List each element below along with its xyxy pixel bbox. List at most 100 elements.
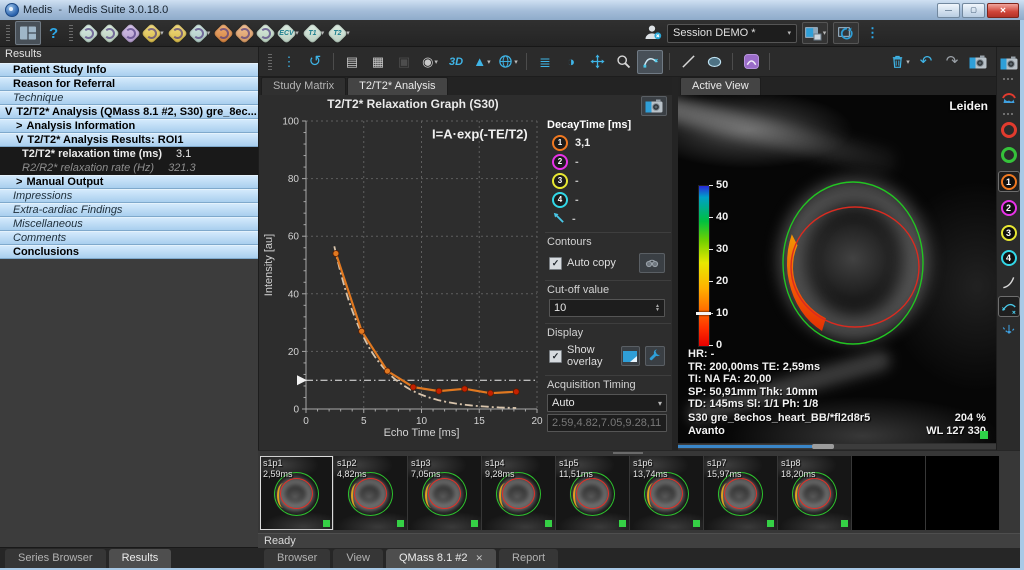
spline-tool-icon[interactable]: [998, 296, 1020, 317]
snapshot-icon[interactable]: [966, 51, 990, 73]
contour-pusher-icon[interactable]: [739, 51, 763, 73]
roi2-contour-icon[interactable]: 2: [999, 198, 1019, 217]
results-item[interactable]: VT2/T2* Analysis (QMass 8.1 #2, S30) gre…: [0, 105, 258, 119]
results-item[interactable]: >Manual Output: [0, 175, 258, 189]
expand-arrow[interactable]: V: [5, 106, 12, 118]
module-orange-2-icon[interactable]: [237, 26, 252, 41]
chevron-down-icon[interactable]: ▾: [487, 58, 491, 66]
thumbnail-s1p6[interactable]: s1p613,74ms: [630, 456, 703, 530]
expand-arrow[interactable]: V: [16, 134, 23, 146]
layers-icon[interactable]: ≣: [533, 51, 557, 73]
undo-icon[interactable]: ↶: [914, 51, 938, 73]
thumbnail-s1p3[interactable]: s1p37,05ms: [408, 456, 481, 530]
arc-tool-icon[interactable]: [999, 274, 1019, 291]
decay-probe-row[interactable]: -: [545, 209, 671, 228]
roi4-contour-icon[interactable]: 4: [999, 248, 1019, 267]
measure-line-icon[interactable]: [676, 51, 700, 73]
three-d-view-icon[interactable]: 3D: [444, 51, 468, 73]
decay-roi4-row[interactable]: 4-: [545, 190, 671, 209]
maximize-button[interactable]: ▢: [962, 3, 985, 18]
thumbnail-s1p1[interactable]: s1p12,59ms: [260, 456, 333, 530]
roi1-contour-icon[interactable]: 1: [998, 171, 1020, 192]
tab-qmass-8-1-2[interactable]: QMass 8.1 #2✕: [386, 549, 496, 568]
module-yellow-2-icon[interactable]: [170, 26, 185, 41]
layout-button[interactable]: [15, 21, 41, 45]
module-yellow-1-icon[interactable]: ▾: [144, 26, 164, 41]
results-item[interactable]: >Analysis Information: [0, 119, 258, 133]
delete-icon[interactable]: ▾: [888, 51, 912, 73]
magnify-icon[interactable]: [611, 51, 635, 73]
slider-handle[interactable]: [812, 444, 834, 449]
spinner-arrows-icon[interactable]: ▲▼: [655, 304, 660, 312]
decay-roi3-row[interactable]: 3-: [545, 171, 671, 190]
toolbar-menu-icon[interactable]: ⋮: [277, 51, 301, 73]
endo-contour-icon[interactable]: [999, 121, 1019, 139]
close-button[interactable]: ✕: [987, 3, 1019, 18]
session-reset-button[interactable]: [833, 22, 859, 44]
decay-roi1-row[interactable]: 13,1: [545, 133, 671, 152]
tab-study-matrix[interactable]: Study Matrix: [261, 77, 346, 95]
results-item[interactable]: Impressions: [0, 189, 258, 203]
ellipse-roi-icon[interactable]: [702, 51, 726, 73]
help-button[interactable]: ?: [49, 25, 58, 42]
thumbnail-empty[interactable]: [852, 456, 925, 530]
module-teal-2-icon[interactable]: [102, 26, 117, 41]
results-item[interactable]: Conclusions: [0, 245, 258, 259]
roi3-contour-icon[interactable]: 3: [999, 223, 1019, 242]
tab-series-browser[interactable]: Series Browser: [5, 549, 106, 568]
show-overlay-checkbox[interactable]: ✓: [549, 350, 562, 363]
thumbnail-s1p2[interactable]: s1p24,82ms: [334, 456, 407, 530]
session-combo[interactable]: Session DEMO * ▾: [667, 24, 797, 43]
tab-browser[interactable]: Browser: [264, 549, 330, 568]
tab-view[interactable]: View: [333, 549, 383, 568]
pan-icon[interactable]: [585, 51, 609, 73]
redo-icon[interactable]: ↷: [940, 51, 964, 73]
acquisition-mode-select[interactable]: Auto ▾: [547, 394, 667, 412]
module-ecv-icon[interactable]: ECV▾: [279, 26, 299, 41]
results-item[interactable]: Patient Study Info: [0, 63, 258, 77]
close-tab-icon[interactable]: ✕: [475, 553, 483, 563]
thumbnail-s1p5[interactable]: s1p511,51ms: [556, 456, 629, 530]
module-t2-icon[interactable]: T2▾: [330, 26, 350, 41]
cutoff-input[interactable]: 10 ▲▼: [549, 299, 665, 317]
report-icon[interactable]: ▤: [340, 51, 364, 73]
results-item[interactable]: Miscellaneous: [0, 217, 258, 231]
phase-slider[interactable]: [678, 444, 996, 449]
tab-active-view[interactable]: Active View: [680, 77, 761, 95]
thumbnail-s1p4[interactable]: s1p49,28ms: [482, 456, 555, 530]
graph-snapshot-button[interactable]: [641, 96, 667, 116]
results-item[interactable]: Technique: [0, 91, 258, 105]
tab-results[interactable]: Results: [109, 549, 172, 568]
expand-arrow[interactable]: >: [16, 176, 22, 188]
epicardial-contour[interactable]: [783, 182, 923, 344]
copy-contours-button[interactable]: [639, 253, 665, 273]
anchor-tool-icon[interactable]: [999, 322, 1019, 339]
minimize-button[interactable]: —: [937, 3, 960, 18]
endocardial-contour[interactable]: [791, 207, 919, 327]
expand-arrow[interactable]: >: [16, 120, 22, 132]
thumbnail-s1p7[interactable]: s1p715,97ms: [704, 456, 777, 530]
auto-copy-checkbox[interactable]: ✓: [549, 257, 562, 270]
tab-t2-t2-analysis[interactable]: T2/T2* Analysis: [347, 77, 447, 95]
thumbnail-s1p8[interactable]: s1p818,20ms: [778, 456, 851, 530]
module-teal-3-icon[interactable]: ▾: [191, 26, 211, 41]
epi-contour-icon[interactable]: [999, 146, 1019, 164]
results-item[interactable]: T2/T2* relaxation time (ms)3.1: [0, 147, 258, 161]
volume-view-icon[interactable]: ▲▾: [470, 51, 494, 73]
view-snapshot-icon[interactable]: [999, 55, 1019, 71]
reset-view-icon[interactable]: ↺: [303, 51, 327, 73]
spline-edit-icon[interactable]: [637, 50, 663, 74]
film-strip-icon[interactable]: ▦: [366, 51, 390, 73]
window-level-icon[interactable]: ◑: [559, 51, 583, 73]
colormap-button[interactable]: [621, 346, 641, 366]
module-person-icon[interactable]: [258, 26, 273, 41]
results-item[interactable]: Comments: [0, 231, 258, 245]
chevron-down-icon[interactable]: ▾: [906, 58, 910, 66]
thumbnail-empty[interactable]: [926, 456, 999, 530]
results-item[interactable]: Reason for Referral: [0, 77, 258, 91]
module-teal-1-icon[interactable]: [81, 26, 96, 41]
auto-contour-icon[interactable]: [999, 87, 1019, 106]
module-t1-icon[interactable]: T1▾: [305, 26, 325, 41]
chevron-down-icon[interactable]: ▾: [514, 58, 518, 66]
orientation-globe-icon[interactable]: ▾: [496, 51, 520, 73]
